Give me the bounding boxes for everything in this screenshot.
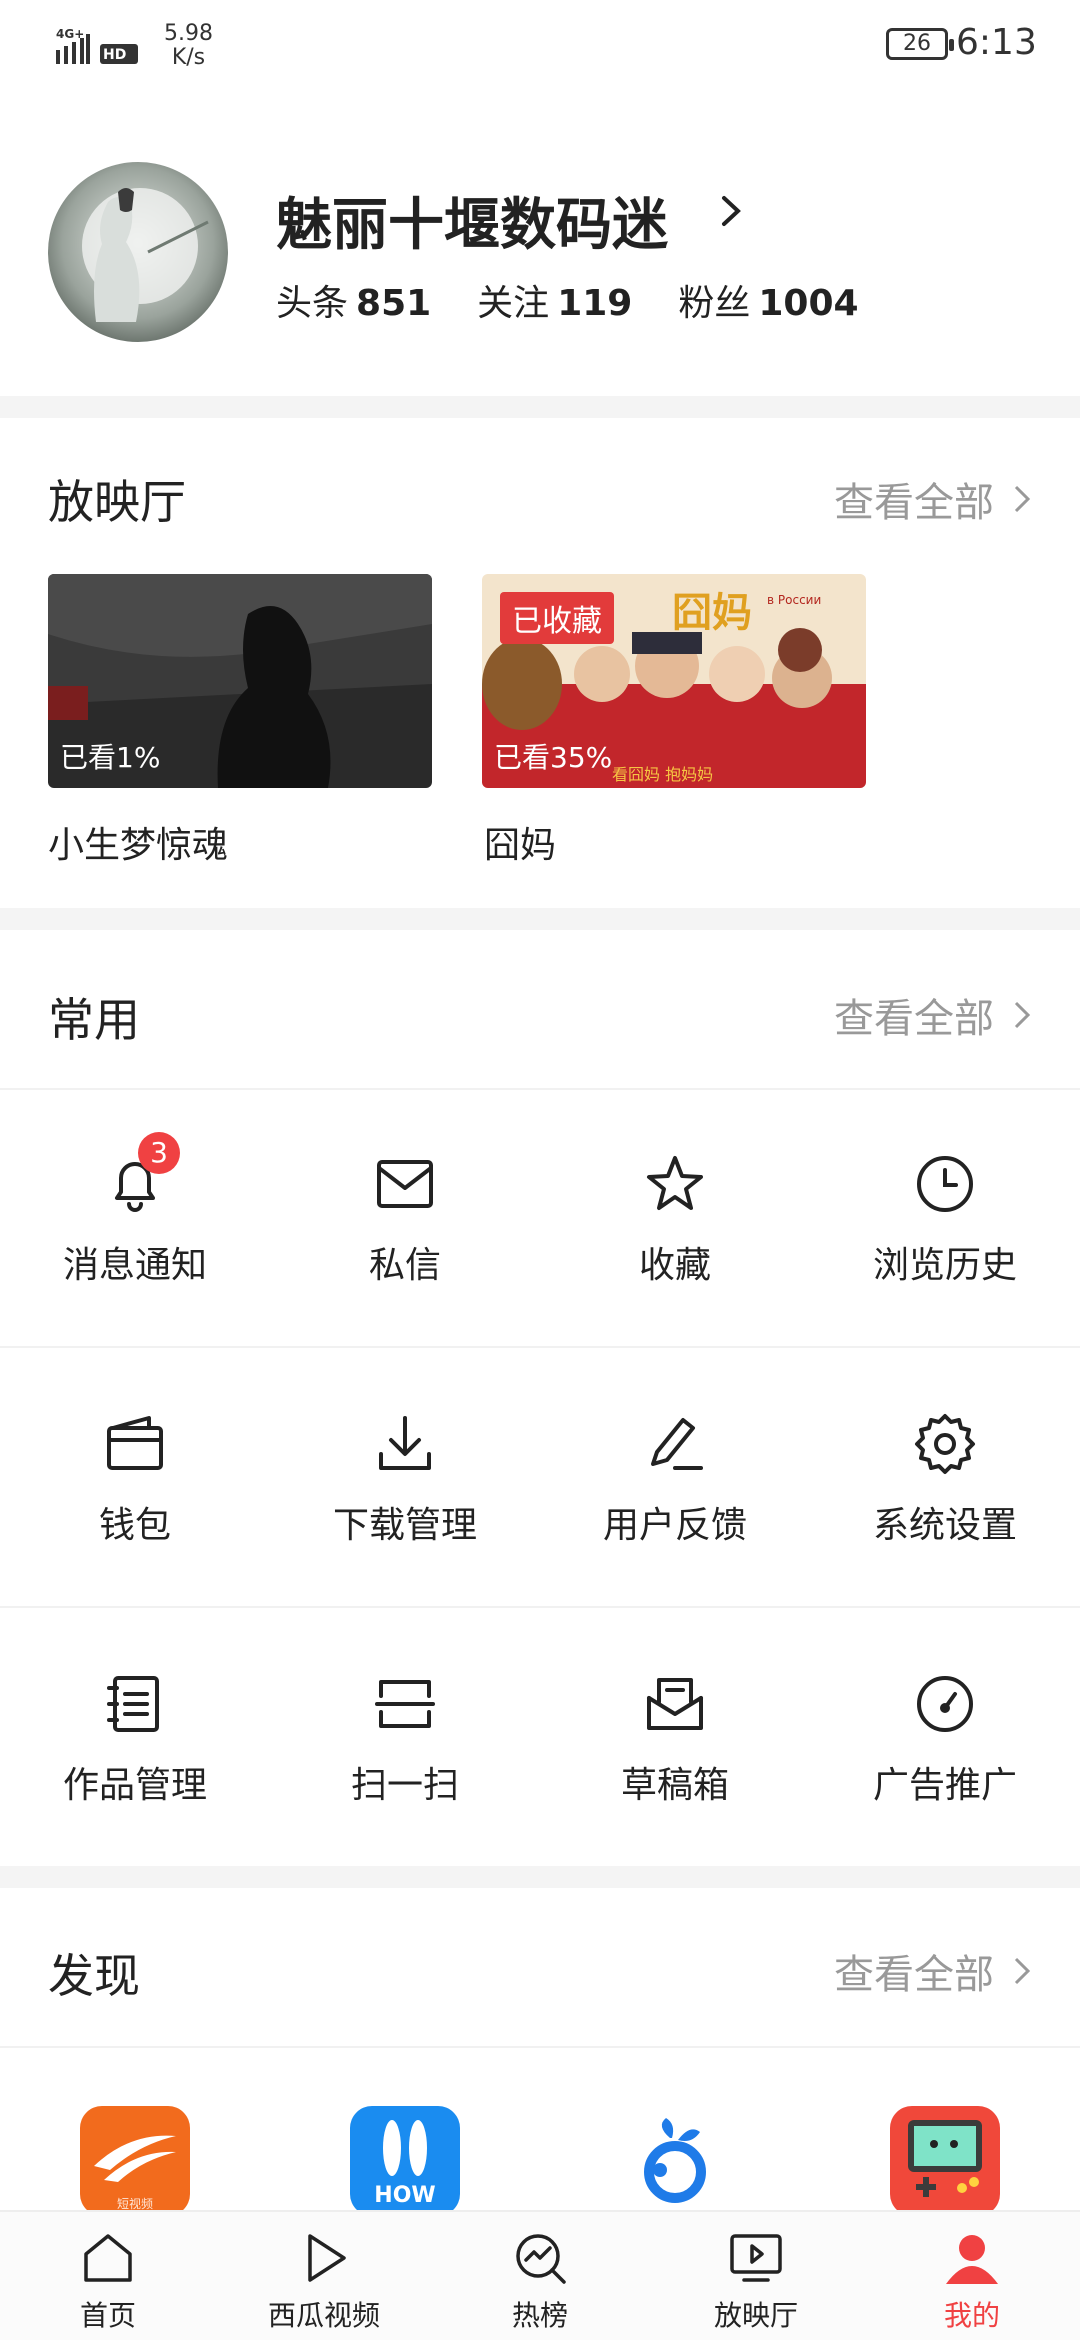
game-app-icon[interactable] <box>890 2106 1000 2216</box>
tv-play-icon <box>730 2234 782 2282</box>
notebook-icon <box>107 1676 159 1732</box>
scan-icon <box>375 1680 435 1728</box>
svg-text:HOW: HOW <box>374 2183 435 2208</box>
trend-search-icon <box>516 2234 566 2284</box>
star-icon <box>647 1156 703 1210</box>
grid-item-notifications[interactable]: 3 消息通知 <box>0 1132 270 1288</box>
home-icon <box>84 2234 132 2282</box>
gear-icon <box>915 1414 975 1474</box>
notification-count-badge: 3 <box>138 1132 180 1174</box>
nav-item-me[interactable]: 我的 <box>864 2212 1080 2340</box>
theater-view-all[interactable]: 查看全部 <box>834 470 1032 528</box>
watch-progress: 已看1% <box>60 741 161 774</box>
grid-item-drafts[interactable]: 草稿箱 <box>540 1672 810 1808</box>
wallet-icon <box>107 1416 163 1470</box>
bottom-navigation: 首页 西瓜视频 热榜 放映厅 我的 <box>0 2210 1080 2340</box>
play-icon <box>308 2234 346 2282</box>
discover-section-title: 发现 <box>48 1949 140 2003</box>
nav-item-xigua-video[interactable]: 西瓜视频 <box>216 2212 432 2340</box>
chevron-right-icon <box>1014 1001 1031 1029</box>
chevron-right-icon[interactable] <box>718 192 744 230</box>
username[interactable]: 魅丽十堰数码迷 <box>276 180 668 261</box>
status-bar: 4G+ HD 5.98 K/s 26 6:13 <box>0 0 1080 92</box>
clock-icon <box>917 1156 973 1212</box>
profile-stats: 头条 851 关注 119 粉丝 1004 <box>276 274 859 326</box>
grid-item-favorites[interactable]: 收藏 <box>540 1152 810 1288</box>
common-view-all[interactable]: 查看全部 <box>834 986 1032 1044</box>
fruit-app-icon[interactable] <box>620 2106 730 2216</box>
nav-item-hot-list[interactable]: 热榜 <box>432 2212 648 2340</box>
chevron-right-icon <box>1014 1957 1031 1985</box>
theater-card[interactable]: 已看1% <box>48 574 432 788</box>
short-video-app-icon[interactable]: 短视频 <box>80 2106 190 2216</box>
grid-item-messages[interactable]: 私信 <box>270 1152 540 1288</box>
row-divider <box>0 1088 1080 1090</box>
section-divider <box>0 1866 1080 1888</box>
stat-following[interactable]: 关注 119 <box>477 274 632 326</box>
stat-followers[interactable]: 粉丝 1004 <box>678 274 858 326</box>
grid-item-downloads[interactable]: 下载管理 <box>270 1412 540 1548</box>
theater-section-title: 放映厅 <box>48 475 186 529</box>
section-divider <box>0 908 1080 930</box>
gauge-icon <box>917 1676 973 1732</box>
grid-item-scan[interactable]: 扫一扫 <box>270 1672 540 1808</box>
network-speed: 5.98 K/s <box>164 21 213 70</box>
nav-item-home[interactable]: 首页 <box>0 2212 216 2340</box>
discover-view-all[interactable]: 查看全部 <box>834 1942 1032 2000</box>
theater-card[interactable]: 囧妈 в России 看囧妈 抱妈妈 已收藏 已看35% <box>482 574 866 788</box>
section-divider <box>0 396 1080 418</box>
row-divider <box>0 1346 1080 1348</box>
stat-posts[interactable]: 头条 851 <box>276 274 431 326</box>
svg-text:HD: HD <box>103 47 126 63</box>
pen-icon <box>651 1418 703 1470</box>
grid-item-history[interactable]: 浏览历史 <box>810 1152 1080 1288</box>
clock: 6:13 <box>956 22 1037 63</box>
svg-text:в России: в России <box>767 593 821 607</box>
grid-item-wallet[interactable]: 钱包 <box>0 1412 270 1548</box>
chevron-right-icon <box>1014 485 1031 513</box>
grid-item-settings[interactable]: 系统设置 <box>810 1412 1080 1548</box>
inbox-icon <box>647 1678 703 1730</box>
watch-progress: 已看35% <box>494 741 613 774</box>
how-app-icon[interactable]: HOW <box>350 2106 460 2216</box>
grid-item-feedback[interactable]: 用户反馈 <box>540 1412 810 1548</box>
row-divider <box>0 2046 1080 2048</box>
theater-card-title[interactable]: 小生梦惊魂 <box>48 816 228 868</box>
row-divider <box>0 1606 1080 1608</box>
theater-card-title[interactable]: 囧妈 <box>484 816 556 868</box>
grid-item-works[interactable]: 作品管理 <box>0 1672 270 1808</box>
svg-text:看囧妈 抱妈妈: 看囧妈 抱妈妈 <box>612 765 713 784</box>
mail-icon <box>377 1160 433 1208</box>
signal-icon: 4G+ HD <box>56 27 138 64</box>
nav-item-theater[interactable]: 放映厅 <box>648 2212 864 2340</box>
battery-indicator: 26 <box>886 28 954 60</box>
avatar[interactable] <box>48 162 228 342</box>
profile-header[interactable]: 魅丽十堰数码迷 头条 851 关注 119 粉丝 1004 <box>0 92 1080 392</box>
favorited-badge: 已收藏 <box>500 592 614 644</box>
svg-text:囧妈: 囧妈 <box>672 590 752 636</box>
download-icon <box>379 1416 431 1470</box>
svg-text:短视频: 短视频 <box>117 2196 153 2211</box>
common-section-title: 常用 <box>48 993 140 1047</box>
grid-item-ads[interactable]: 广告推广 <box>810 1672 1080 1808</box>
person-icon <box>946 2235 998 2284</box>
